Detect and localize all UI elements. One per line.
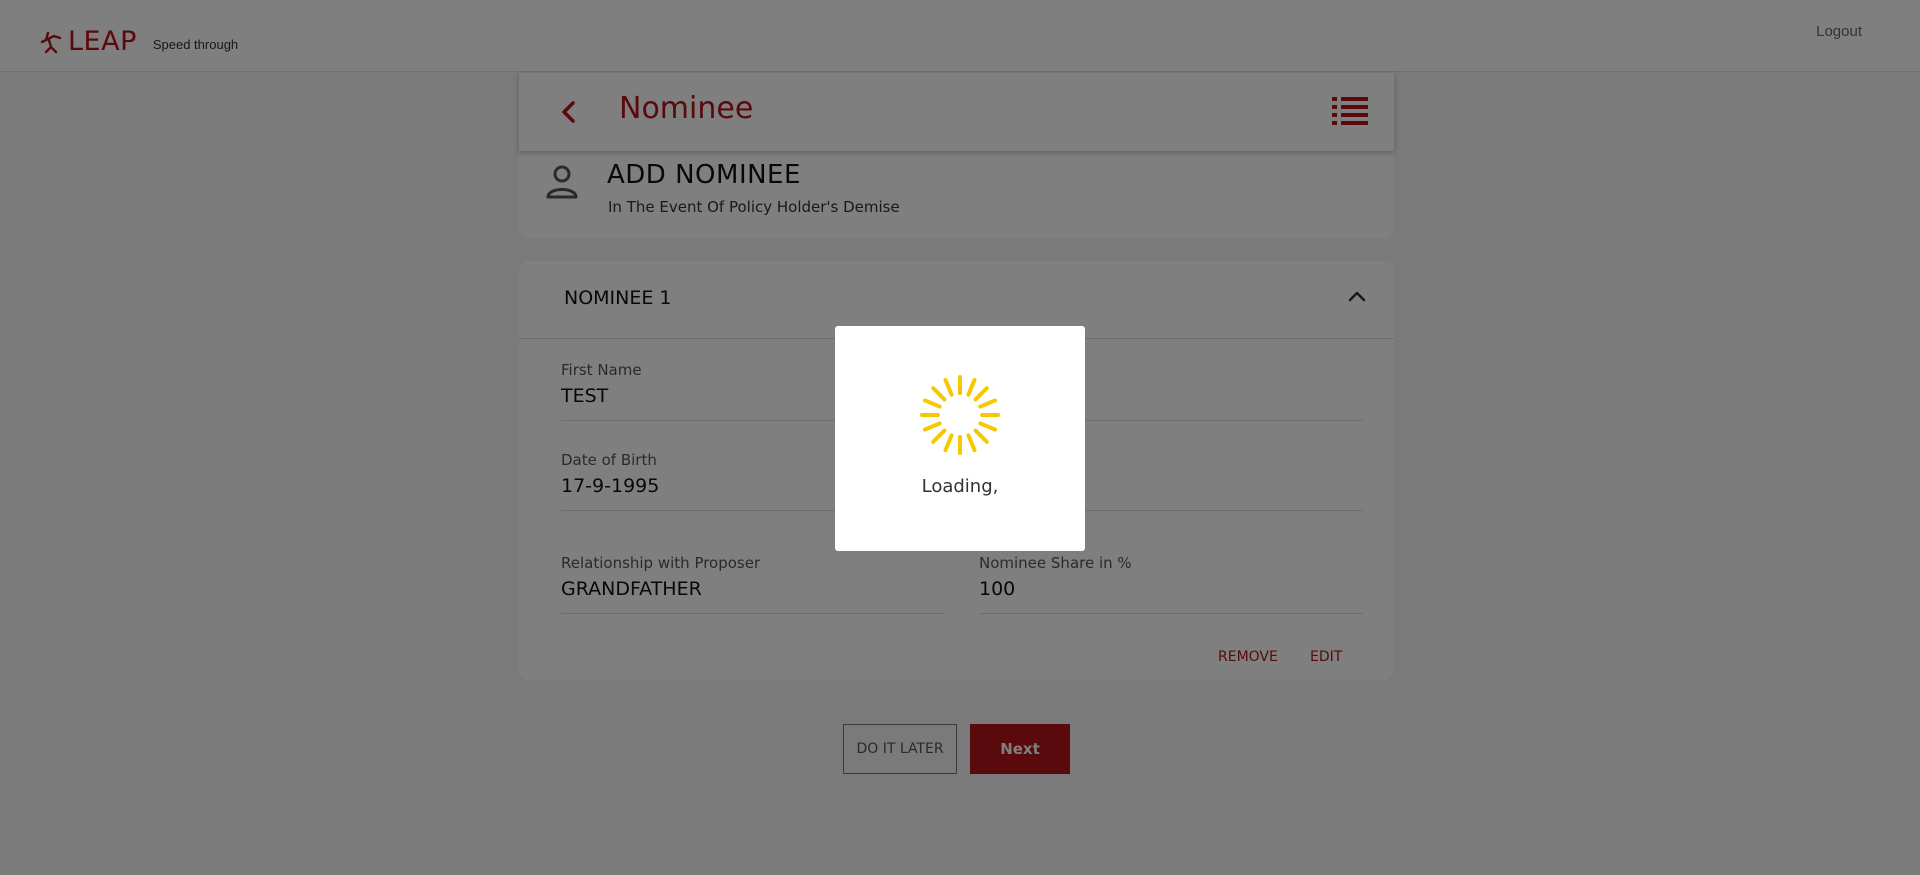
spinner-ray <box>931 386 947 402</box>
spinner-ray <box>966 377 977 397</box>
spinner-ray <box>978 421 998 432</box>
spinner-ray <box>973 428 989 444</box>
spinner-ray <box>943 377 954 397</box>
spinner-ray <box>978 398 998 409</box>
loading-spinner-icon <box>920 375 1000 455</box>
loading-dialog: Loading, <box>835 326 1085 551</box>
spinner-ray <box>966 433 977 453</box>
spinner-ray <box>922 398 942 409</box>
spinner-ray <box>943 433 954 453</box>
loading-text: Loading, <box>921 476 999 497</box>
spinner-ray <box>973 386 989 402</box>
spinner-ray <box>931 428 947 444</box>
spinner-ray <box>922 421 942 432</box>
